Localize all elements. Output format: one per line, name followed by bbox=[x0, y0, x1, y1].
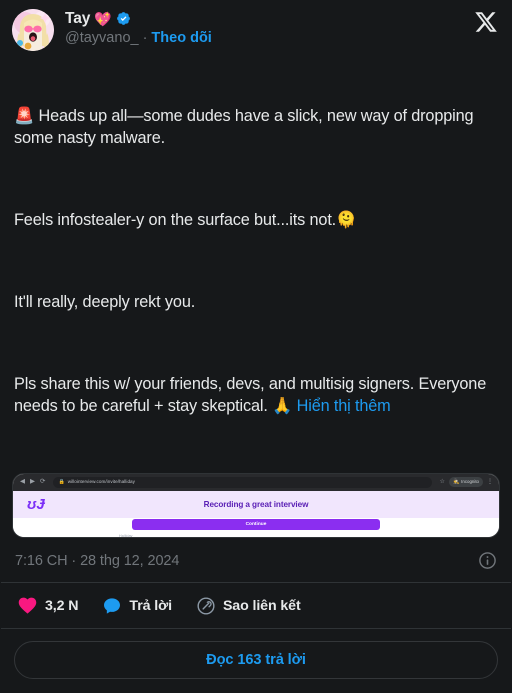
browser-toolbar-right: ☆ 🕵 Incognito ⋮ bbox=[440, 477, 494, 488]
tweet-paragraph-4: Pls share this w/ your friends, devs, an… bbox=[14, 374, 498, 417]
bookmark-star-icon[interactable]: ☆ bbox=[440, 479, 445, 485]
like-count: 3,2 N bbox=[45, 597, 79, 614]
site-body: Information 💲 $300K/yr - $350K/yr ◎ Remo… bbox=[13, 517, 499, 537]
info-circle-icon[interactable] bbox=[478, 551, 497, 570]
tweet-media-image[interactable]: ◀ ▶ ⟳ 🔒 willointerview.com/invite/hallid… bbox=[12, 472, 500, 538]
separator-dot: · bbox=[142, 29, 148, 46]
browser-address-bar[interactable]: 🔒 willointerview.com/invite/halliday bbox=[53, 476, 432, 488]
forward-arrow-icon[interactable]: ▶ bbox=[30, 478, 35, 486]
tweet-paragraph-4-text: Pls share this w/ your friends, devs, an… bbox=[14, 375, 491, 415]
reply-action[interactable]: Trả lời bbox=[102, 596, 172, 616]
copy-link-label: Sao liên kết bbox=[222, 597, 301, 614]
address-bar-url: willointerview.com/invite/halliday bbox=[67, 478, 136, 484]
sparkling-heart-icon: 💖 bbox=[94, 10, 112, 27]
author-handle-row: @tayvano_ · Theo dõi bbox=[65, 30, 212, 47]
display-name: Tay bbox=[65, 10, 91, 27]
x-logo-icon[interactable] bbox=[474, 10, 498, 34]
tweet-paragraph-3: It'll really, deeply rekt you. bbox=[14, 293, 196, 312]
copy-link-action[interactable]: Sao liên kết bbox=[196, 596, 301, 616]
continue-button[interactable]: Continue bbox=[132, 519, 380, 530]
job-company: Halliday bbox=[119, 533, 133, 537]
continue-button-wrap: Continue bbox=[13, 519, 499, 530]
tweet-header: Tay 💖 @tayvano_ · Theo dõi bbox=[0, 0, 512, 55]
lock-icon: 🔒 bbox=[58, 478, 65, 485]
site-header-title: Recording a great interview bbox=[203, 499, 309, 509]
reload-icon[interactable]: ⟳ bbox=[40, 478, 45, 486]
author-name-block: Tay 💖 @tayvano_ · Theo dõi bbox=[65, 9, 212, 47]
heart-icon bbox=[17, 595, 38, 616]
link-icon bbox=[196, 596, 216, 616]
tweet-text: 🚨 Heads up all—some dudes have a slick, … bbox=[0, 55, 512, 463]
follow-button[interactable]: Theo dõi bbox=[151, 30, 211, 47]
like-action[interactable]: 3,2 N bbox=[17, 595, 79, 616]
browser-toolbar: ◀ ▶ ⟳ 🔒 willointerview.com/invite/hallid… bbox=[13, 473, 499, 491]
read-replies-wrap: Đọc 163 trả lời bbox=[0, 629, 512, 693]
browser-menu-icon[interactable]: ⋮ bbox=[487, 479, 493, 485]
timestamp-row: 7:16 CH · 28 thg 12, 2024 bbox=[1, 538, 511, 583]
tweet-actions-row: 3,2 N Trả lời Sao liên kết bbox=[1, 583, 511, 629]
tweet-paragraph-1: 🚨 Heads up all—some dudes have a slick, … bbox=[14, 107, 478, 148]
incognito-icon: 🕵 bbox=[452, 478, 460, 485]
tweet-card: Tay 💖 @tayvano_ · Theo dõi 🚨 Heads up al… bbox=[0, 0, 512, 693]
tweet-timestamp: 7:16 CH · 28 thg 12, 2024 bbox=[15, 552, 180, 569]
author-name-row: Tay 💖 bbox=[65, 10, 212, 28]
verified-badge-icon bbox=[116, 11, 131, 26]
site-header: ʊɈ Recording a great interview bbox=[13, 490, 499, 518]
avatar[interactable] bbox=[12, 9, 54, 51]
reply-icon bbox=[102, 596, 122, 616]
show-more-link[interactable]: Hiển thị thêm bbox=[297, 397, 391, 415]
back-arrow-icon[interactable]: ◀ bbox=[20, 478, 25, 486]
read-replies-button[interactable]: Đọc 163 trả lời bbox=[14, 641, 498, 679]
incognito-label: Incognito bbox=[461, 479, 479, 485]
incognito-chip[interactable]: 🕵 Incognito bbox=[448, 477, 483, 488]
browser-nav-buttons: ◀ ▶ ⟳ bbox=[18, 478, 45, 486]
reply-label: Trả lời bbox=[129, 597, 172, 614]
tweet-paragraph-2: Feels infostealer-y on the surface but..… bbox=[14, 211, 357, 230]
author-handle: @tayvano_ bbox=[65, 29, 139, 46]
